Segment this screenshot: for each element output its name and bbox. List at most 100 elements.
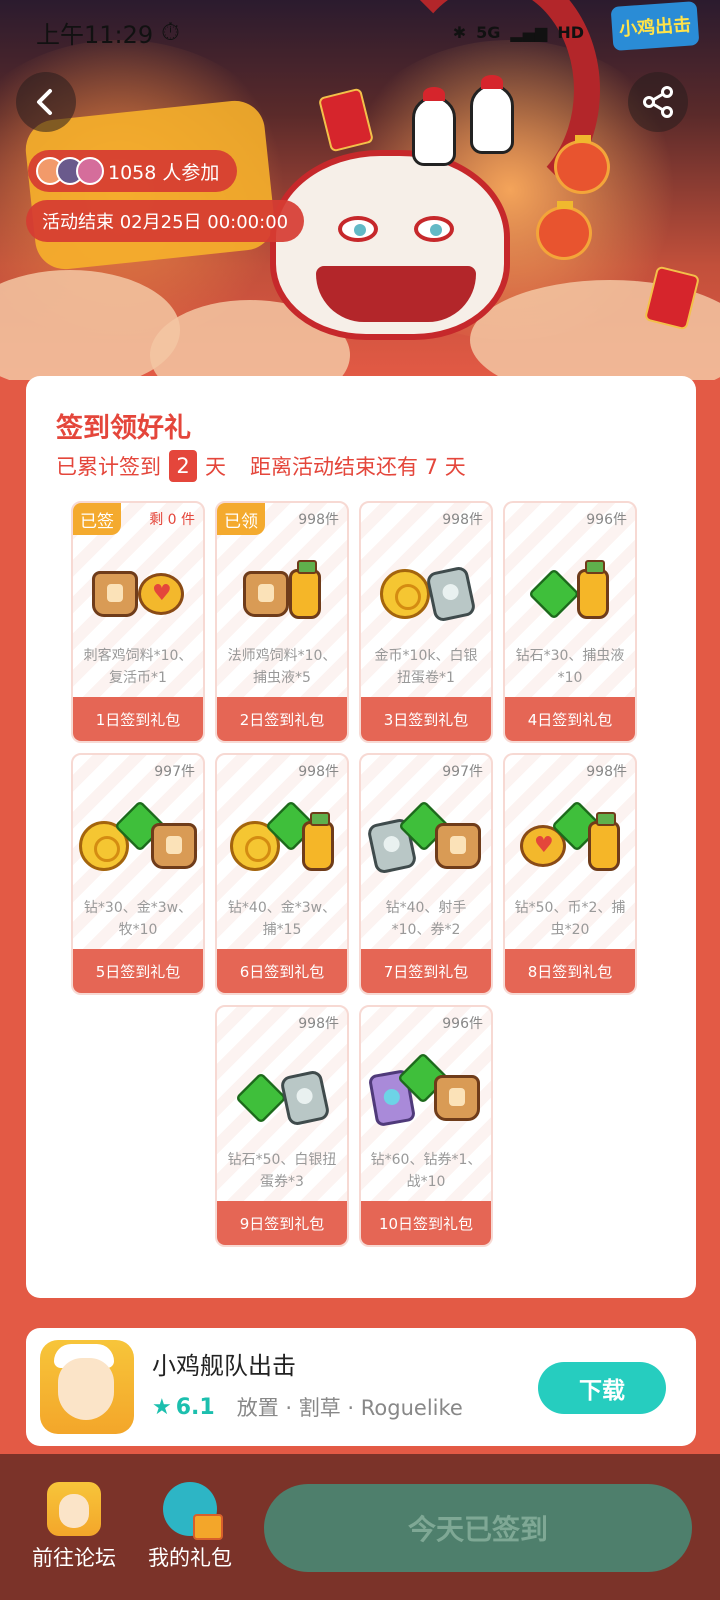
game-info-card[interactable]: 小鸡舰队出击 ★ 6.1 放置 · 割草 · Roguelike 下载: [26, 1328, 696, 1446]
game-name: 小鸡舰队出击: [152, 1352, 296, 1380]
reward-card-day3[interactable]: 998件 金币*10k、白银扭蛋卷*1 3日签到礼包: [359, 501, 493, 743]
feed-bag-icon: [243, 571, 289, 617]
reward-label: 2日签到礼包: [217, 697, 347, 741]
bug-potion-icon: [289, 560, 321, 619]
stock-count: 998件: [442, 512, 483, 528]
stock-count: 997件: [442, 764, 483, 780]
reward-desc: 钻*30、金*3w、牧*10: [83, 900, 193, 938]
summary-prefix: 已累计签到: [56, 455, 161, 479]
reward-items: [73, 799, 203, 891]
reward-desc: 钻石*30、捕虫液*10: [515, 648, 625, 686]
my-gifts-button[interactable]: 我的礼包: [142, 1482, 238, 1572]
feed-bag-icon: [92, 571, 138, 617]
red-envelope-decoration: [317, 87, 375, 153]
participant-avatars: [36, 157, 104, 185]
reward-label: 5日签到礼包: [73, 949, 203, 993]
reward-items: [217, 549, 347, 639]
silver-gacha-ticket-icon: [425, 565, 477, 623]
status-badge: 已领: [217, 503, 265, 535]
back-button[interactable]: [16, 72, 76, 132]
reward-card-day10[interactable]: 996件 钻*60、钻券*1、战*10 10日签到礼包: [359, 1005, 493, 1247]
bluetooth-icon: ✱: [452, 22, 467, 42]
share-icon: [643, 86, 673, 118]
game-rating: 6.1: [175, 1394, 215, 1420]
reward-desc: 钻*40、射手*10、券*2: [385, 900, 467, 938]
hd-label: HD: [557, 22, 584, 42]
checkin-summary: 已累计签到 2 天 距离活动结束还有 7 天: [56, 450, 466, 482]
reward-card-day9[interactable]: 998件 钻石*50、白银扭蛋券*3 9日签到礼包: [215, 1005, 349, 1247]
reward-desc: 钻*50、币*2、捕虫*20: [514, 900, 626, 938]
reward-desc: 钻石*50、白银扭蛋券*3: [227, 1152, 337, 1190]
reward-label: 10日签到礼包: [361, 1201, 491, 1245]
status-time: 上午11:29: [36, 20, 154, 49]
status-icons: ✱ 5G ▂▄▆ HD: [453, 23, 584, 42]
reward-card-day5[interactable]: 997件 钻*30、金*3w、牧*10 5日签到礼包: [71, 753, 205, 995]
dragon-mouth: [316, 266, 476, 322]
gifts-label: 我的礼包: [148, 1546, 232, 1570]
participants-pill: 1058 人参加: [28, 150, 238, 192]
forum-icon: [47, 1482, 101, 1536]
star-icon: ★: [152, 1394, 172, 1420]
bug-potion-icon: [588, 812, 620, 871]
event-end-time: 活动结束 02月25日 00:00:00: [26, 200, 305, 242]
go-to-forum-button[interactable]: 前往论坛: [26, 1482, 122, 1572]
reward-label: 1日签到礼包: [73, 697, 203, 741]
reward-items: [361, 799, 491, 891]
dragon-head-illustration: [270, 150, 510, 340]
alarm-icon: ⏱: [161, 18, 180, 46]
forum-label: 前往论坛: [32, 1546, 116, 1570]
bug-potion-icon: [302, 812, 334, 871]
reward-desc: 钻*40、金*3w、捕*15: [227, 900, 337, 938]
share-button[interactable]: [628, 72, 688, 132]
checked-in-today-button[interactable]: 今天已签到: [264, 1484, 692, 1572]
reward-label: 3日签到礼包: [361, 697, 491, 741]
reward-card-day8[interactable]: 998件 钻*50、币*2、捕虫*20 8日签到礼包: [503, 753, 637, 995]
gold-coin-icon: [380, 569, 430, 619]
chicken-character: [412, 87, 456, 166]
reward-label: 8日签到礼包: [505, 949, 635, 993]
reward-desc: 法师鸡饲料*10、捕虫液*5: [227, 648, 337, 686]
game-app-icon: [40, 1340, 134, 1434]
reward-desc: 金币*10k、白银扭蛋卷*1: [374, 648, 478, 686]
chicken-character: [470, 75, 514, 154]
reward-items: [217, 799, 347, 891]
event-countdown: 距离活动结束还有 7 天: [250, 455, 466, 479]
stock-count: 998件: [298, 1016, 339, 1032]
stock-count: 998件: [298, 512, 339, 528]
days-unit: 天: [205, 455, 226, 479]
network-type: 5G: [476, 22, 501, 42]
feed-bag-icon: [435, 823, 481, 869]
reward-card-day4[interactable]: 996件 钻石*30、捕虫液*10 4日签到礼包: [503, 501, 637, 743]
diamond-icon: [527, 567, 581, 621]
battle-pass-icon: [434, 1075, 480, 1121]
reward-items: [73, 549, 203, 639]
reward-desc: 刺客鸡饲料*10、复活币*1: [83, 648, 193, 686]
stock-count: 剩 0 件: [149, 512, 195, 528]
download-button[interactable]: 下载: [538, 1362, 666, 1414]
reward-card-day7[interactable]: 997件 钻*40、射手*10、券*2 7日签到礼包: [359, 753, 493, 995]
days-signed-count: 2: [169, 450, 197, 482]
reward-label: 7日签到礼包: [361, 949, 491, 993]
stock-count: 997件: [154, 764, 195, 780]
reward-items: [505, 549, 635, 639]
silver-gacha-ticket-icon: [279, 1069, 331, 1127]
diamond-icon: [234, 1071, 288, 1125]
feed-bag-icon: [151, 823, 197, 869]
reward-label: 9日签到礼包: [217, 1201, 347, 1245]
back-arrow-icon: [37, 89, 52, 115]
reward-items: [361, 549, 491, 639]
reward-card-day1[interactable]: 已签 剩 0 件 刺客鸡饲料*10、复活币*1 1日签到礼包: [71, 501, 205, 743]
checkin-panel: 签到领好礼 已累计签到 2 天 距离活动结束还有 7 天 已签 剩 0 件 刺客…: [26, 376, 696, 1298]
reward-card-day2[interactable]: 已领 998件 法师鸡饲料*10、捕虫液*5 2日签到礼包: [215, 501, 349, 743]
stock-count: 998件: [586, 764, 627, 780]
avatar: [76, 157, 104, 185]
reward-card-day6[interactable]: 998件 钻*40、金*3w、捕*15 6日签到礼包: [215, 753, 349, 995]
dragon-eye: [414, 216, 454, 242]
checkin-title: 签到领好礼: [56, 413, 191, 444]
status-badge: 已签: [73, 503, 121, 535]
revive-coin-icon: [138, 573, 184, 615]
reward-label: 6日签到礼包: [217, 949, 347, 993]
bottom-action-bar: 前往论坛 我的礼包 今天已签到: [0, 1454, 720, 1600]
reward-items: [505, 799, 635, 891]
bug-potion-icon: [577, 560, 609, 619]
